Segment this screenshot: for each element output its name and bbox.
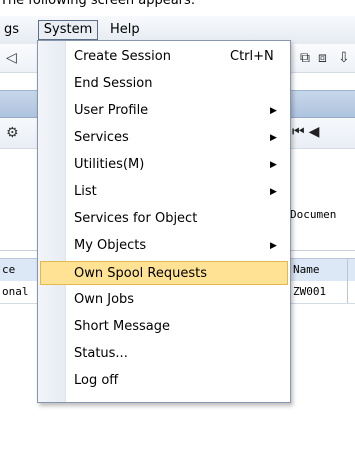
table-cell: onal [2, 285, 29, 298]
submenu-arrow-icon: ▶ [270, 187, 277, 197]
caption-text: The following screen appears: [0, 0, 196, 8]
document-label: Documen [290, 208, 337, 221]
menu-item-label: Own Jobs [74, 292, 135, 307]
menu-item-label: Log off [74, 373, 119, 388]
create-shortcut-icon[interactable]: ⧈ [318, 50, 327, 66]
menu-item-label: Services [74, 130, 129, 145]
menu-item-services[interactable]: Services ▶ [40, 126, 288, 150]
submenu-arrow-icon: ▶ [270, 106, 277, 116]
menu-item-log-off[interactable]: Log off [40, 369, 288, 393]
system-menu-dropdown: Create Session Ctrl+N End Session User P… [37, 40, 291, 403]
menu-item-own-jobs[interactable]: Own Jobs [40, 288, 288, 312]
menu-item-own-spool-requests[interactable]: Own Spool Requests [40, 261, 288, 285]
header-cell[interactable]: ce [2, 259, 15, 281]
submenu-arrow-icon: ▶ [270, 241, 277, 251]
menu-item-label: Short Message [74, 319, 170, 334]
menu-item-utilities[interactable]: Utilities(M) ▶ [40, 153, 288, 177]
layout-icon[interactable]: ⇩ [338, 50, 350, 66]
column-separator [347, 281, 348, 303]
menu-item-create-session[interactable]: Create Session Ctrl+N [40, 45, 288, 69]
menu-item-label: Utilities(M) [74, 157, 145, 172]
menu-item-label: End Session [74, 76, 153, 91]
back-icon[interactable]: ◁ [6, 50, 17, 66]
menu-item-short-message[interactable]: Short Message [40, 315, 288, 339]
tool-icon[interactable]: ⚙ [6, 125, 19, 141]
menu-item-status[interactable]: Status... [40, 342, 288, 366]
menu-item-end-session[interactable]: End Session [40, 72, 288, 96]
menu-item-services-for-object[interactable]: Services for Object [40, 207, 288, 231]
menu-item-label: Services for Object [74, 211, 198, 226]
submenu-arrow-icon: ▶ [270, 133, 277, 143]
menu-item-label: User Profile [74, 103, 149, 118]
header-cell-name[interactable]: Name [293, 259, 320, 281]
menu-item-user-profile[interactable]: User Profile ▶ [40, 99, 288, 123]
new-session-icon[interactable]: ⧉ [300, 50, 310, 66]
table-cell-name: ZW001 [293, 285, 327, 298]
first-page-icon[interactable]: ⏮◀ [292, 124, 323, 140]
menu-item-label: Own Spool Requests [74, 266, 207, 281]
menu-goto[interactable]: gs [0, 21, 23, 39]
menu-item-my-objects[interactable]: My Objects ▶ [40, 234, 288, 258]
menu-item-label: List [74, 184, 97, 199]
menu-item-label: Status... [74, 346, 128, 361]
menu-item-label: Create Session [74, 49, 171, 64]
submenu-arrow-icon: ▶ [270, 160, 277, 170]
menu-item-label: My Objects [74, 238, 147, 253]
column-separator [347, 259, 348, 281]
menu-item-shortcut: Ctrl+N [230, 49, 274, 64]
menu-system[interactable]: System [38, 20, 98, 40]
menu-item-list[interactable]: List ▶ [40, 180, 288, 204]
menu-help[interactable]: Help [106, 21, 144, 39]
